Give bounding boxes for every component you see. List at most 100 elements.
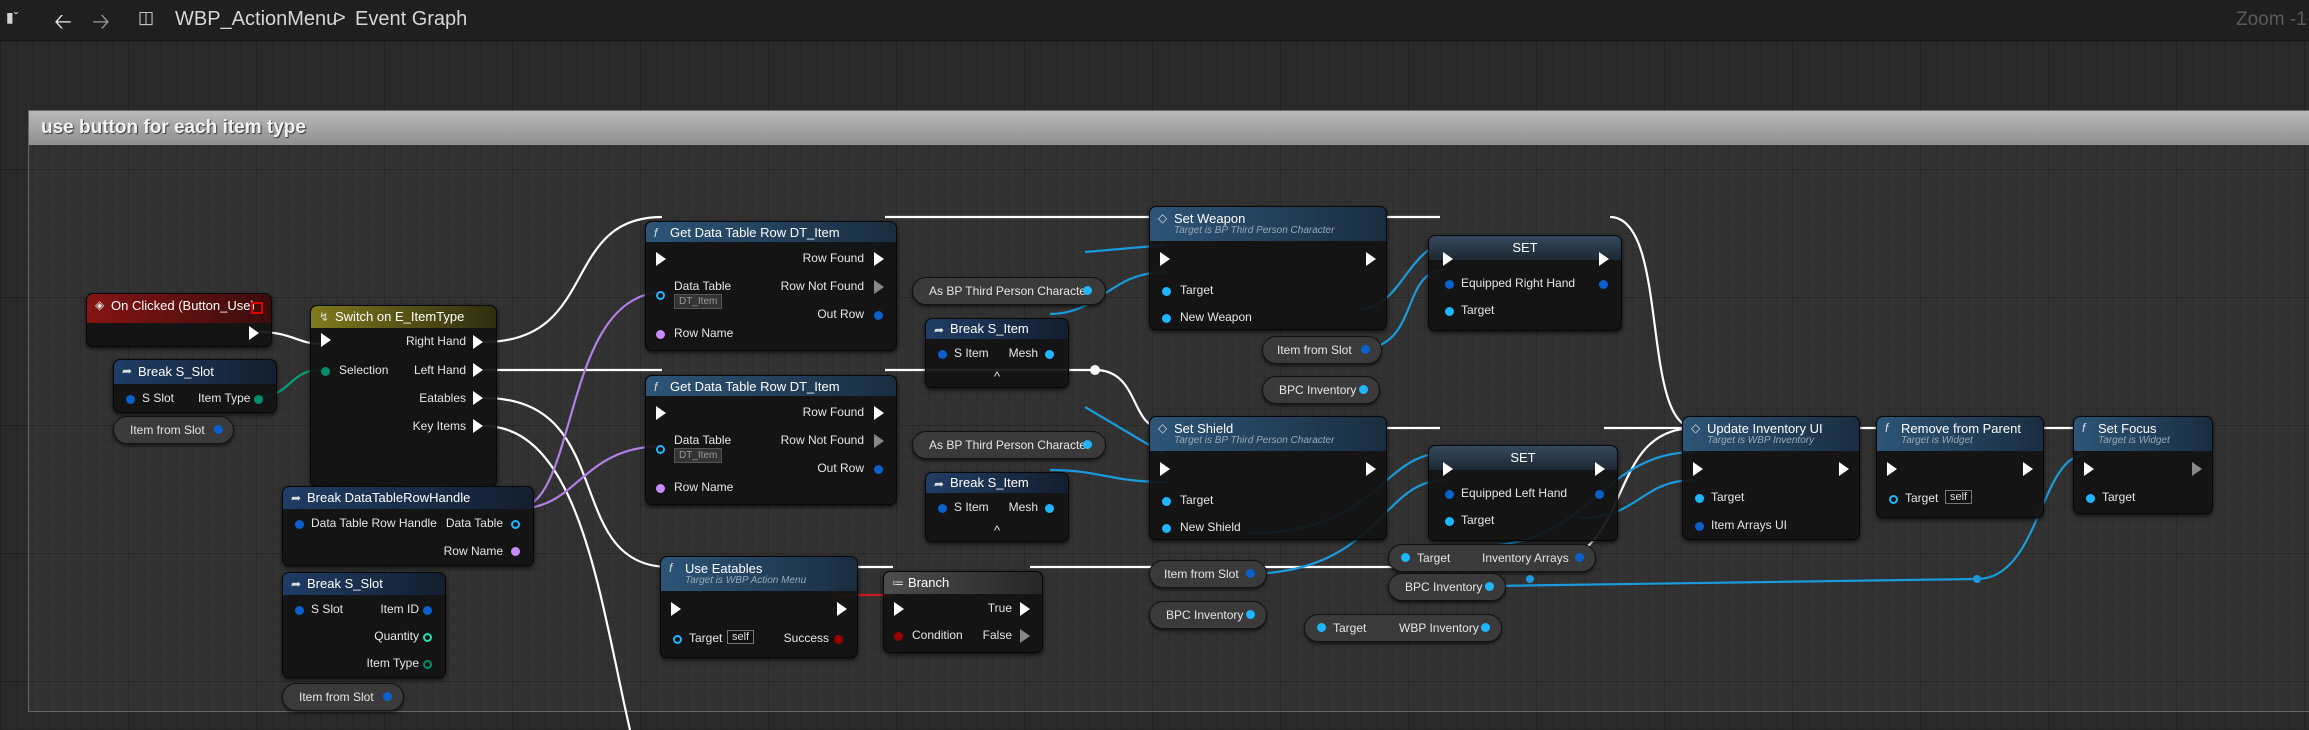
get-wbp-inventory-node[interactable]: Target WBP Inventory xyxy=(1304,614,1502,642)
selection-input-pin[interactable] xyxy=(321,367,330,376)
exec-out-pin[interactable] xyxy=(1366,462,1376,476)
exec-out-pin[interactable] xyxy=(473,335,483,349)
exec-in-pin[interactable] xyxy=(1160,462,1170,476)
break-datatable-row-handle-node[interactable]: ➦ Break DataTableRowHandle Data Table Row… xyxy=(282,486,534,566)
row-found-exec-pin[interactable] xyxy=(874,252,884,266)
s-slot-input-pin[interactable] xyxy=(295,606,304,615)
forward-arrow-icon[interactable]: 🡢 xyxy=(92,5,110,43)
row-name-input-pin[interactable] xyxy=(656,330,665,339)
row-handle-input-pin[interactable] xyxy=(295,520,304,529)
target-input-pin[interactable] xyxy=(1445,517,1454,526)
object-output-pin[interactable] xyxy=(1083,286,1092,295)
wbp-inventory-output-pin[interactable] xyxy=(1481,623,1490,632)
exec-in-pin[interactable] xyxy=(2084,462,2094,476)
breadcrumb-graph[interactable]: Event Graph xyxy=(355,8,467,31)
exec-in-pin[interactable] xyxy=(656,406,666,420)
true-exec-pin[interactable] xyxy=(1020,602,1030,616)
exec-out-pin[interactable] xyxy=(1595,462,1605,476)
row-name-output-pin[interactable] xyxy=(511,547,520,556)
exec-out-pin[interactable] xyxy=(1366,252,1376,266)
branch-node[interactable]: ≔ Branch True Condition False xyxy=(883,571,1043,653)
set-focus-node[interactable]: f Set Focus Target is Widget Target xyxy=(2073,416,2213,514)
row-not-found-exec-pin[interactable] xyxy=(874,280,884,294)
get-data-table-row-node[interactable]: f Get Data Table Row DT_Item Row Found Ro… xyxy=(645,221,897,351)
cast-to-bp-third-person-character[interactable]: As BP Third Person Character xyxy=(912,277,1106,305)
back-arrow-icon[interactable]: 🡠 xyxy=(54,5,72,43)
row-found-exec-pin[interactable] xyxy=(874,406,884,420)
row-name-input-pin[interactable] xyxy=(656,484,665,493)
row-not-found-exec-pin[interactable] xyxy=(874,434,884,448)
object-output-pin[interactable] xyxy=(214,425,223,434)
use-eatables-node[interactable]: f Use Eatables Target is WBP Action Menu T… xyxy=(660,556,858,658)
item-from-slot-variable[interactable]: Item from Slot xyxy=(1262,336,1382,364)
exec-in-pin[interactable] xyxy=(1887,462,1897,476)
item-type-output-pin[interactable] xyxy=(423,660,432,669)
new-shield-input-pin[interactable] xyxy=(1162,524,1171,533)
item-from-slot-variable[interactable]: Item from Slot xyxy=(1149,560,1267,588)
exec-in-pin[interactable] xyxy=(671,602,681,616)
exec-in-pin[interactable] xyxy=(1443,252,1453,266)
exec-in-pin[interactable] xyxy=(1160,252,1170,266)
s-slot-input-pin[interactable] xyxy=(126,395,135,404)
cast-to-bp-third-person-character[interactable]: As BP Third Person Character xyxy=(912,431,1106,459)
item-from-slot-variable[interactable]: Item from Slot xyxy=(113,416,234,444)
set-equipped-right-hand-node[interactable]: SET Equipped Right Hand Target xyxy=(1428,235,1622,331)
exec-out-pin[interactable] xyxy=(837,602,847,616)
data-table-output-pin[interactable] xyxy=(511,520,520,529)
switch-on-item-type-node[interactable]: ↯ Switch on E_ItemType Selection Right Ha… xyxy=(310,305,497,487)
item-arrays-input-pin[interactable] xyxy=(1695,522,1704,531)
bpc-inventory-variable[interactable]: BPC Inventory xyxy=(1149,601,1267,629)
bookmark-icon[interactable]: ▮ˇ xyxy=(6,9,18,26)
exec-out-pin[interactable] xyxy=(473,419,483,433)
get-data-table-row-node[interactable]: f Get Data Table Row DT_Item Row Found Ro… xyxy=(645,375,897,505)
object-output-pin[interactable] xyxy=(1485,582,1494,591)
target-self-field[interactable]: self xyxy=(727,630,755,644)
out-row-output-pin[interactable] xyxy=(874,311,883,320)
set-weapon-node[interactable]: ◇ Set Weapon Target is BP Third Person Cha… xyxy=(1149,206,1387,330)
exec-in-pin[interactable] xyxy=(894,602,904,616)
delegate-pin[interactable] xyxy=(251,302,263,314)
condition-input-pin[interactable] xyxy=(894,632,903,641)
expand-arrow[interactable]: ^ xyxy=(994,523,1000,538)
object-output-pin[interactable] xyxy=(383,692,392,701)
get-inventory-arrays-node[interactable]: Target Inventory Arrays xyxy=(1388,544,1596,572)
object-output-pin[interactable] xyxy=(1359,385,1368,394)
target-input-pin[interactable] xyxy=(2086,494,2095,503)
target-self-field[interactable]: self xyxy=(1945,490,1973,504)
item-type-output-pin[interactable] xyxy=(254,395,263,404)
out-row-output-pin[interactable] xyxy=(874,465,883,474)
break-s-slot-node[interactable]: ➦ Break S_Slot S Slot Item ID Quantity It… xyxy=(282,572,446,678)
update-inventory-ui-node[interactable]: ◇ Update Inventory UI Target is WBP Invent… xyxy=(1682,416,1860,540)
data-table-combo[interactable]: DT_Item xyxy=(674,294,723,309)
inventory-arrays-output-pin[interactable] xyxy=(1575,553,1584,562)
graph-canvas[interactable]: use button for each item type ◈ On Click… xyxy=(0,41,2309,730)
target-input-pin[interactable] xyxy=(1317,623,1326,632)
target-input-pin[interactable] xyxy=(1889,495,1898,504)
equipped-left-hand-input-pin[interactable] xyxy=(1445,490,1454,499)
set-equipped-left-hand-node[interactable]: SET Equipped Left Hand Target xyxy=(1428,445,1618,541)
data-table-input-pin[interactable] xyxy=(656,445,665,454)
on-clicked-event-node[interactable]: ◈ On Clicked (Button_Use) xyxy=(86,293,272,347)
bpc-inventory-variable[interactable]: BPC Inventory xyxy=(1262,376,1380,404)
data-table-combo[interactable]: DT_Item xyxy=(674,448,723,463)
exec-in-pin[interactable] xyxy=(656,252,666,266)
mesh-output-pin[interactable] xyxy=(1045,504,1054,513)
s-item-input-pin[interactable] xyxy=(938,504,947,513)
equipped-right-hand-input-pin[interactable] xyxy=(1445,280,1454,289)
new-weapon-input-pin[interactable] xyxy=(1162,314,1171,323)
success-output-pin[interactable] xyxy=(834,635,843,644)
exec-in-pin[interactable] xyxy=(321,333,331,347)
exec-out-pin[interactable] xyxy=(249,326,259,340)
target-input-pin[interactable] xyxy=(1401,553,1410,562)
target-input-pin[interactable] xyxy=(673,635,682,644)
break-s-slot-node[interactable]: ➦ Break S_Slot S Slot Item Type xyxy=(113,359,277,413)
exec-out-pin[interactable] xyxy=(1839,462,1849,476)
set-shield-node[interactable]: ◇ Set Shield Target is BP Third Person Cha… xyxy=(1149,416,1387,540)
exec-out-pin[interactable] xyxy=(2192,462,2202,476)
bpc-inventory-variable[interactable]: BPC Inventory xyxy=(1388,573,1506,601)
target-input-pin[interactable] xyxy=(1695,494,1704,503)
target-input-pin[interactable] xyxy=(1162,287,1171,296)
object-output-pin[interactable] xyxy=(1246,569,1255,578)
break-s-item-node[interactable]: ➦ Break S_Item S Item Mesh ^ xyxy=(925,318,1069,388)
exec-out-pin[interactable] xyxy=(473,391,483,405)
